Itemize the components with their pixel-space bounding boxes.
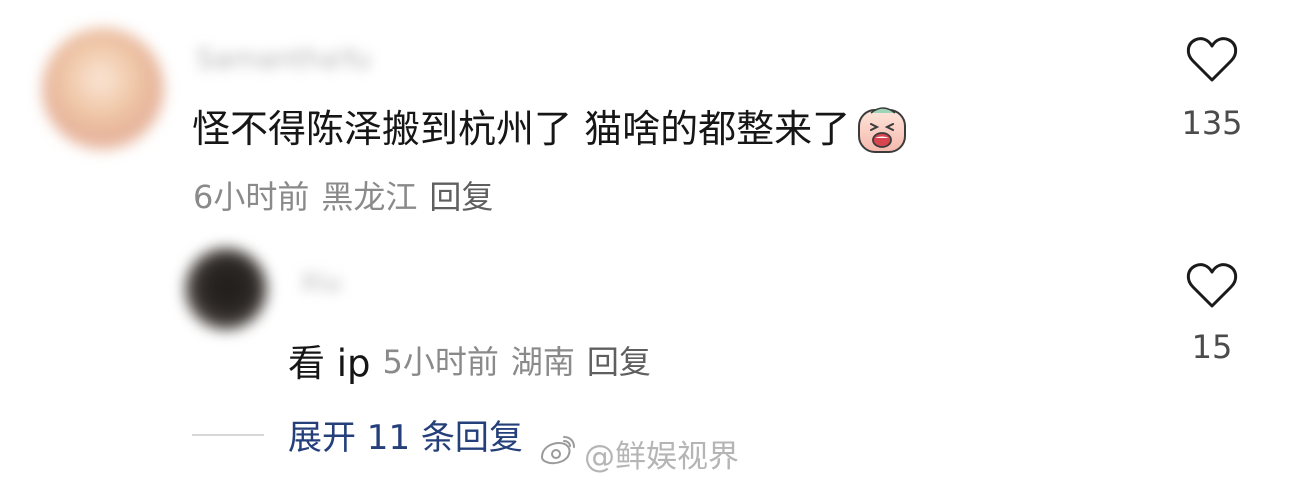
avatar[interactable]: [42, 28, 164, 150]
watermark-text: @鲜娱视界: [584, 439, 739, 475]
divider: [192, 433, 264, 436]
reply-username[interactable]: Xiu: [300, 268, 342, 298]
reply-meta: 看 ip 5小时前 湖南 回复: [288, 333, 651, 387]
reply-like[interactable]: 15: [1177, 260, 1247, 366]
comment-text: 怪不得陈泽搬到杭州了 猫啥的都整来了: [192, 104, 908, 155]
comment-like[interactable]: 135: [1177, 34, 1247, 142]
comment-location: 黑龙江: [321, 178, 418, 216]
reply-button[interactable]: 回复: [429, 172, 493, 218]
heart-icon[interactable]: [1177, 260, 1247, 312]
reply-time: 5小时前: [382, 343, 499, 381]
expand-replies[interactable]: 展开 11 条回复: [192, 410, 523, 459]
reply-button[interactable]: 回复: [587, 337, 651, 383]
comment-meta: 6小时前 黑龙江 回复: [193, 172, 493, 218]
comment-username[interactable]: SamanthaYu: [196, 42, 371, 75]
like-count: 135: [1181, 104, 1243, 142]
watermark: @鲜娱视界: [536, 431, 739, 476]
comment-time: 6小时前: [193, 178, 310, 216]
expand-replies-label[interactable]: 展开 11 条回复: [288, 410, 523, 459]
crying-face-emoji-icon: [856, 104, 908, 155]
like-count: 15: [1191, 328, 1233, 366]
reply-text: 看 ip: [288, 342, 371, 385]
reply-location: 湖南: [510, 343, 575, 381]
heart-icon[interactable]: [1177, 34, 1247, 86]
weibo-logo-icon: [536, 433, 578, 475]
comment-body: 怪不得陈泽搬到杭州了 猫啥的都整来了: [192, 107, 851, 152]
avatar[interactable]: [185, 248, 267, 330]
